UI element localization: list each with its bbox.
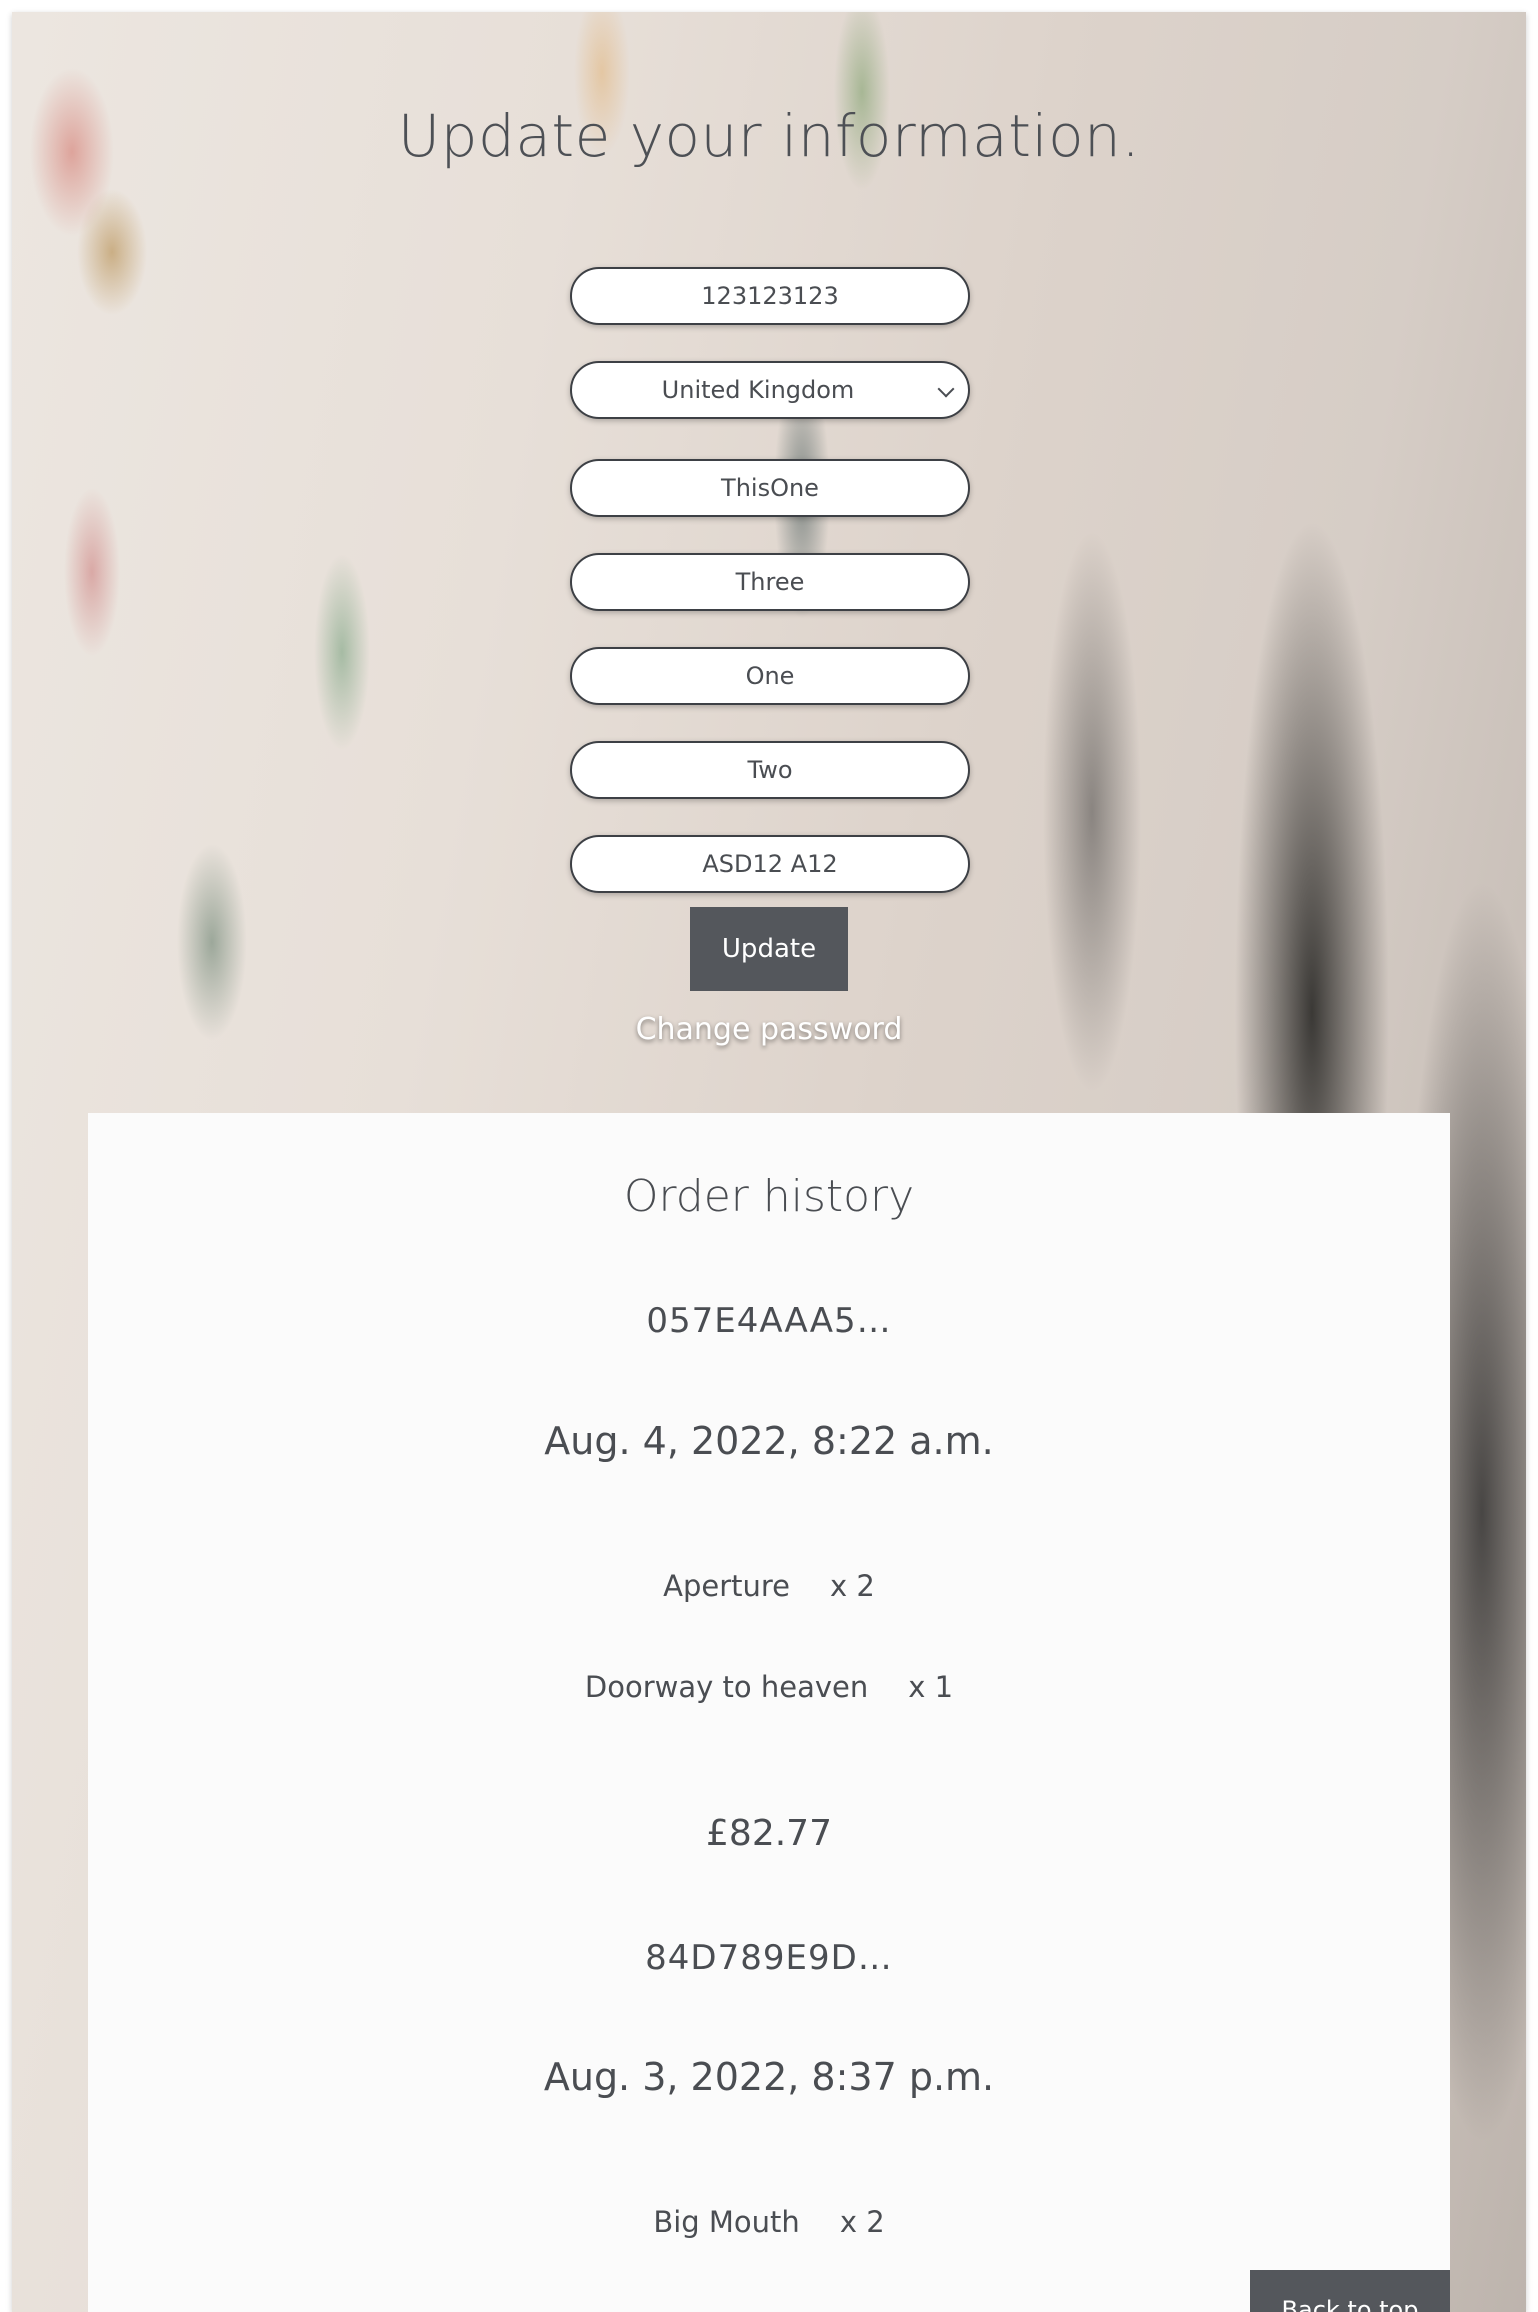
back-to-top-button[interactable]: Back to top xyxy=(1250,2270,1450,2312)
order-line-item: Doorway to heaven x 1 xyxy=(88,1670,1450,1704)
order-line-item: Aperture x 2 xyxy=(88,1569,1450,1603)
order-number-link[interactable]: 057E4AAA5… xyxy=(88,1301,1450,1341)
postcode-input[interactable]: ASD12 A12 xyxy=(570,835,970,893)
order-date: Aug. 3, 2022, 8:37 p.m. xyxy=(543,2055,995,2099)
order-history-title: Order history xyxy=(623,1171,915,1222)
order-total: £82.77 xyxy=(706,1813,832,1854)
update-button[interactable]: Update xyxy=(690,907,848,991)
country-select-value: United Kingdom xyxy=(661,376,855,404)
order-number-link[interactable]: 84D789E9D… xyxy=(88,1938,1450,1978)
change-password-link[interactable]: Change password xyxy=(12,1012,1526,1047)
profile-page: Update your information. 123123123 Unite… xyxy=(12,12,1526,2312)
order-item-name: Doorway to heaven xyxy=(584,1670,869,1704)
county-input[interactable]: Three xyxy=(570,553,970,611)
chevron-down-icon xyxy=(937,380,955,398)
order-item-quantity: x 2 xyxy=(839,2205,885,2239)
town-city-input[interactable]: ThisOne xyxy=(570,459,970,517)
order-item-quantity: x 1 xyxy=(908,1670,954,1704)
country-select[interactable]: United Kingdom xyxy=(570,361,970,419)
order-history-panel: Order history 057E4AAA5… Aug. 4, 2022, 8… xyxy=(88,1113,1450,2312)
order-date: Aug. 4, 2022, 8:22 a.m. xyxy=(544,1419,994,1463)
street-address-2-input[interactable]: Two xyxy=(570,741,970,799)
order-line-item: Big Mouth x 2 xyxy=(88,2205,1450,2239)
phone-number-input[interactable]: 123123123 xyxy=(570,267,970,325)
order-item-name: Aperture xyxy=(663,1569,791,1603)
order-item-quantity: x 2 xyxy=(830,1569,875,1603)
order-item-name: Big Mouth xyxy=(653,2205,800,2239)
form-title: Update your information. xyxy=(397,102,1141,170)
street-address-1-input[interactable]: One xyxy=(570,647,970,705)
